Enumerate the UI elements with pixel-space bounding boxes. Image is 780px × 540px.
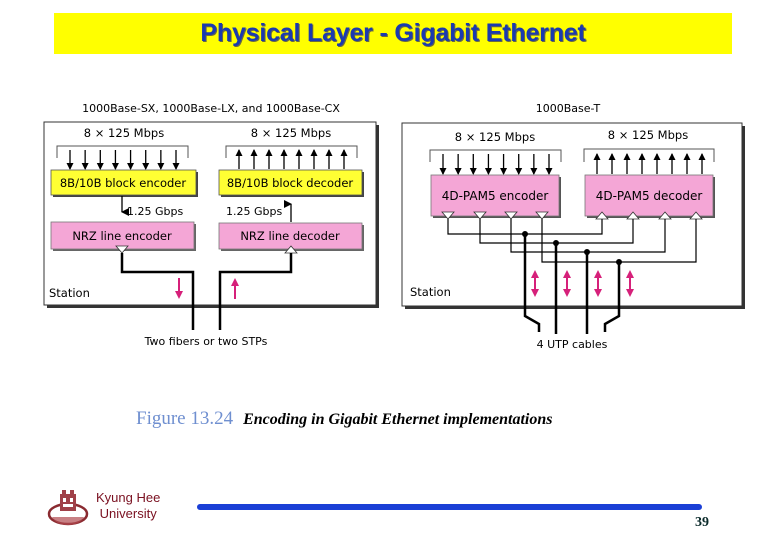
left-panel: 1000Base-SX, 1000Base-LX, and 1000Base-C… <box>43 102 379 348</box>
block-encoder-label: 8B/10B block encoder <box>60 176 187 190</box>
right-panel: 1000Base-T 8 × 125 Mbps 8 × 125 Mbps 4D-… <box>401 102 745 351</box>
left-input-rate: 8 × 125 Mbps <box>84 126 164 140</box>
gigabit-ethernet-diagram: 1000Base-SX, 1000Base-LX, and 1000Base-C… <box>43 102 745 351</box>
nrz-encoder-label: NRZ line encoder <box>72 229 172 243</box>
left-output-rate: 8 × 125 Mbps <box>251 126 331 140</box>
right-input-rate: 8 × 125 Mbps <box>455 130 535 144</box>
footer-divider <box>197 504 702 510</box>
right-medium-label: 4 UTP cables <box>537 338 608 351</box>
right-output-rate: 8 × 125 Mbps <box>608 128 688 142</box>
rx-link-rate: 1.25 Gbps <box>226 205 282 218</box>
left-medium-label: Two fibers or two STPs <box>144 335 268 348</box>
figure-number: Figure 13.24 <box>136 408 234 429</box>
institution-line1: Kyung Hee <box>96 490 161 505</box>
block-decoder-label: 8B/10B block decoder <box>227 176 354 190</box>
institution-name: Kyung Hee University <box>96 490 160 522</box>
left-station-box <box>43 121 377 306</box>
right-panel-heading: 1000Base-T <box>536 102 601 115</box>
figure-caption: Figure 13.24 Encoding in Gigabit Ethernet… <box>136 408 553 430</box>
institution-line2: University <box>99 506 157 521</box>
right-station-label: Station <box>410 285 451 299</box>
left-panel-heading: 1000Base-SX, 1000Base-LX, and 1000Base-C… <box>82 102 340 115</box>
tx-link-rate: 1.25 Gbps <box>127 205 183 218</box>
nrz-decoder-label: NRZ line decoder <box>240 229 340 243</box>
figure-caption-text: Encoding in Gigabit Ethernet implementat… <box>243 411 553 428</box>
page-number: 39 <box>695 515 709 530</box>
university-crest-icon <box>47 490 89 526</box>
pam5-encoder-label: 4D-PAM5 encoder <box>442 189 549 203</box>
left-station-label: Station <box>49 286 90 300</box>
pam5-decoder-label: 4D-PAM5 decoder <box>596 189 703 203</box>
